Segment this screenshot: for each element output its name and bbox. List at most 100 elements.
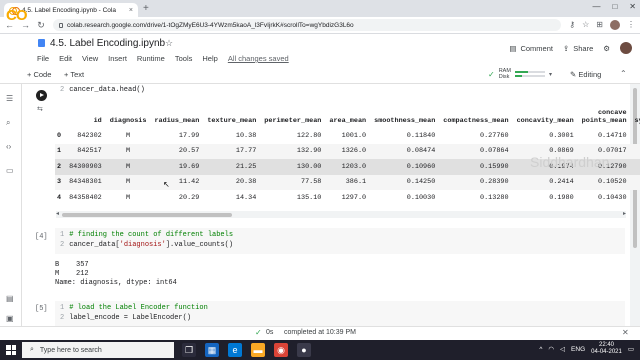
maximize-icon[interactable]: □ — [612, 2, 617, 11]
table-cell: M — [105, 143, 151, 159]
connected-check-icon: ✓ — [488, 69, 495, 79]
disk-bar — [514, 75, 545, 77]
table-cell: 132.90 — [260, 143, 326, 159]
clock[interactable]: 22:40 04-04-2021 — [591, 342, 622, 356]
table-cell: 0.27760 — [480, 131, 509, 140]
comment-button[interactable]: ▤ Comment — [509, 44, 553, 53]
menu-help[interactable]: Help — [202, 54, 217, 63]
code-line: 1 # finding the count of different labels — [60, 231, 233, 239]
code-line[interactable]: 2 cancer_data.head() — [60, 86, 145, 94]
output-actions-icon[interactable]: ⇆ — [37, 105, 43, 113]
lock-icon — [59, 22, 63, 28]
scroll-right-icon[interactable]: ▸ — [623, 210, 626, 217]
menu-tools[interactable]: Tools — [175, 54, 193, 63]
notebook-title[interactable]: 4.5. Label Encoding.ipynb — [50, 38, 165, 49]
bookmark-star-icon[interactable]: ☆ — [582, 20, 589, 30]
table-cell: 842302 — [77, 131, 102, 140]
key-icon[interactable]: ⚷ — [569, 20, 575, 30]
colab-logo[interactable]: CO — [6, 7, 27, 24]
ram-disk-indicator[interactable]: ✓ RAM Disk ▾ — [488, 68, 552, 80]
column-header: radius_mean — [154, 117, 200, 125]
row-index: 3 — [55, 174, 66, 190]
terminal-icon[interactable]: ▣ — [6, 314, 14, 323]
scroll-left-icon[interactable]: ◂ — [56, 210, 59, 217]
command-palette-icon[interactable]: ▤ — [6, 294, 14, 303]
browser-menu-icon[interactable]: ⋮ — [627, 20, 635, 30]
table-cell: M — [105, 159, 151, 175]
table-cell: 0.11840 — [406, 131, 436, 140]
search-icon[interactable]: ⌕ — [6, 118, 10, 128]
volume-icon[interactable]: ◁ — [560, 345, 565, 353]
code-comment: # load the Label Encoder function — [69, 304, 208, 312]
editing-mode-button[interactable]: ✎ Editing — [570, 70, 601, 79]
close-window-icon[interactable]: ✕ — [629, 2, 636, 11]
store-icon[interactable]: ▦ — [205, 343, 219, 357]
completed-check-icon: ✓ — [255, 328, 262, 337]
menu-edit[interactable]: Edit — [59, 54, 72, 63]
github-icon[interactable]: ● — [297, 343, 311, 357]
language-indicator[interactable]: ENG — [571, 346, 585, 353]
cell-execution-count: [4] — [35, 233, 48, 241]
table-cell: 842517 — [65, 143, 106, 159]
notifications-icon[interactable]: ▭ — [628, 345, 634, 353]
horizontal-scrollbar[interactable]: ◂ ▸ — [56, 211, 626, 218]
comment-label: Comment — [520, 43, 553, 53]
table-cell — [631, 190, 640, 206]
table-cell: 77.58 — [260, 174, 326, 190]
taskbar-search-input[interactable]: ⌕ Type here to search — [22, 342, 174, 358]
new-tab-button[interactable]: + — [143, 3, 149, 15]
table-cell: M — [105, 174, 151, 190]
add-text-button[interactable]: + Text — [64, 70, 84, 79]
add-code-button[interactable]: + Code — [27, 70, 51, 79]
windows-start-icon[interactable] — [6, 345, 16, 355]
task-view-icon[interactable]: ❐ — [182, 343, 196, 357]
menu-insert[interactable]: Insert — [108, 54, 127, 63]
reload-icon[interactable]: ↻ — [37, 20, 45, 31]
table-cell: 84358402 — [69, 193, 102, 202]
cell-output-line: M 212 — [55, 270, 89, 278]
search-placeholder: Type here to search — [39, 346, 102, 354]
collapse-header-icon[interactable]: ⌃ — [620, 69, 627, 78]
table-cell: 0.2414 — [512, 174, 578, 190]
table-cell: 0.07864 — [439, 143, 513, 159]
save-status-link[interactable]: All changes saved — [228, 54, 289, 63]
star-icon[interactable]: ☆ — [165, 38, 173, 49]
column-header: area_mean — [329, 117, 367, 125]
table-of-contents-icon[interactable]: ☰ — [6, 94, 13, 103]
gear-icon[interactable]: ⚙ — [603, 44, 610, 53]
menu-runtime[interactable]: Runtime — [137, 54, 165, 63]
minimize-icon[interactable]: — — [592, 2, 600, 11]
edge-icon[interactable]: e — [228, 343, 242, 357]
table-cell: 1203.0 — [325, 159, 371, 175]
code-text: label_encode = LabelEncoder() — [69, 314, 192, 322]
chrome-icon[interactable]: ◉ — [274, 343, 288, 357]
table-cell — [631, 128, 640, 144]
code-snippets-icon[interactable]: ‹› — [6, 142, 11, 151]
table-cell: 20.38 — [203, 174, 261, 190]
profile-avatar[interactable] — [610, 20, 620, 30]
menu-bar: File Edit View Insert Runtime Tools Help… — [37, 54, 289, 63]
account-avatar[interactable] — [620, 42, 632, 54]
network-icon[interactable]: ◠ — [548, 345, 554, 353]
file-explorer-icon[interactable]: ▬ — [251, 343, 265, 357]
table-cell: 0.10430 — [597, 193, 627, 202]
run-cell-button[interactable] — [36, 90, 47, 101]
menu-file[interactable]: File — [37, 54, 49, 63]
share-button[interactable]: ⇪ Share — [563, 44, 593, 53]
runtime-dropdown-icon[interactable]: ▾ — [549, 71, 552, 78]
table-cell — [630, 174, 640, 190]
url-field[interactable]: colab.research.google.com/drive/1-tOgZMy… — [53, 19, 562, 31]
table-cell: 130.00 — [260, 159, 326, 175]
table-cell: 0.14710 — [597, 131, 627, 140]
menu-view[interactable]: View — [82, 54, 98, 63]
table-row: 0 842302 M 17.99 10.38 122.80 1001.0 0.11840 0.2… — [55, 128, 640, 144]
status-message[interactable]: completed at 10:39 PM — [284, 329, 356, 336]
tab-close-icon[interactable]: × — [129, 7, 133, 14]
code-text: cancer_data[ — [69, 241, 120, 249]
close-status-icon[interactable]: ✕ — [622, 328, 629, 337]
tray-expand-icon[interactable]: ^ — [539, 346, 542, 353]
extensions-icon[interactable]: ⊞ — [596, 20, 603, 30]
horizontal-scroll-thumb[interactable] — [62, 212, 232, 217]
mouse-cursor-icon: ↖ — [163, 180, 170, 189]
files-icon[interactable]: ▭ — [6, 166, 14, 175]
